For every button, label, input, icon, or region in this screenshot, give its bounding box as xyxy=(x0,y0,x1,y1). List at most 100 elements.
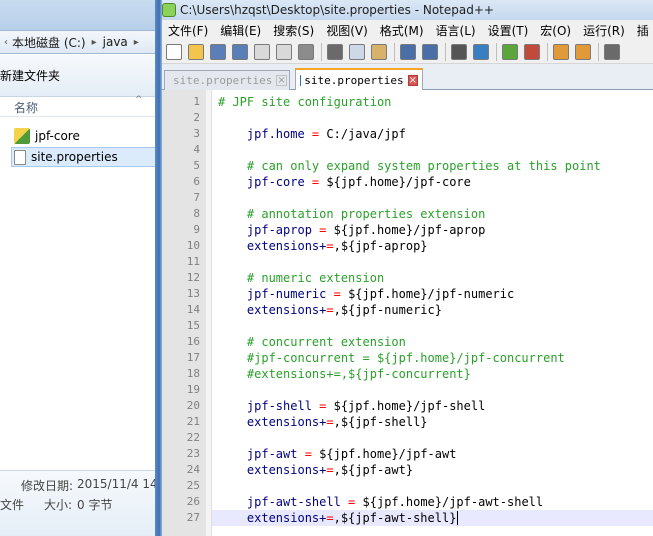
sync-h-icon[interactable] xyxy=(575,43,591,60)
property-value: ${jpf.home}/jpf-awt xyxy=(319,447,457,461)
menu-plugins[interactable]: 插 xyxy=(631,22,653,39)
property-key: jpf.home xyxy=(218,127,305,141)
zoom-out-icon[interactable] xyxy=(524,43,540,60)
code-editor[interactable]: 1 2 3 4 5 6 7 8 9 10 11 12 13 14 15 16 17 18 19 20 21 22 23 24 2… xyxy=(162,90,653,536)
assignment-operator: = xyxy=(326,511,334,525)
code-line[interactable]: extensions+=,${jpf-awt} xyxy=(218,462,413,478)
replace-icon[interactable] xyxy=(473,43,489,60)
new-folder-button[interactable]: 新建文件夹 xyxy=(0,67,60,84)
close-all-icon[interactable] xyxy=(276,43,292,60)
code-line[interactable]: jpf-core = ${jpf.home}/jpf-core xyxy=(218,174,471,190)
line-number: 8 xyxy=(193,207,200,220)
code-line[interactable]: jpf-shell = ${jpf.home}/jpf-shell xyxy=(218,398,485,414)
undo-icon[interactable] xyxy=(400,43,416,60)
save-icon[interactable] xyxy=(210,43,226,60)
assignment-operator: = xyxy=(297,447,320,461)
property-key: jpf-awt-shell xyxy=(218,495,341,509)
tab-site-properties-active[interactable]: site.properties × xyxy=(295,68,423,90)
property-value: ,${jpf-numeric} xyxy=(333,303,442,317)
code-line[interactable]: extensions+=,${jpf-numeric} xyxy=(218,302,442,318)
redo-icon[interactable] xyxy=(422,43,438,60)
code-line[interactable]: extensions+=,${jpf-awt-shell} xyxy=(218,510,457,526)
code-line[interactable]: # concurrent extension xyxy=(218,334,406,350)
code-line[interactable]: extensions+=,${jpf-aprop} xyxy=(218,238,428,254)
menu-format[interactable]: 格式(M) xyxy=(374,22,430,39)
sync-v-icon[interactable] xyxy=(553,43,569,60)
comment-text: # annotation properties extension xyxy=(218,207,486,221)
line-number: 19 xyxy=(186,383,200,396)
window-frame-left[interactable] xyxy=(155,0,162,536)
code-line[interactable]: jpf.home = C:/java/jpf xyxy=(218,126,406,142)
property-key: jpf-shell xyxy=(218,399,312,413)
line-number: 5 xyxy=(193,159,200,172)
line-number: 1 xyxy=(193,95,200,108)
menu-edit[interactable]: 编辑(E) xyxy=(214,22,267,39)
code-line[interactable]: jpf-aprop = ${jpf.home}/jpf-aprop xyxy=(218,222,485,238)
notepadpp-titlebar[interactable]: C:\Users\hzqst\Desktop\site.properties -… xyxy=(162,0,653,20)
notepadpp-app-icon[interactable] xyxy=(162,3,176,17)
comment-text: #jpf-concurrent = ${jpf.home}/jpf-concur… xyxy=(218,351,565,365)
line-number: 2 xyxy=(193,111,200,124)
menu-view[interactable]: 视图(V) xyxy=(320,22,374,39)
print-icon[interactable] xyxy=(298,43,314,60)
code-line[interactable]: extensions+=,${jpf-shell} xyxy=(218,414,428,430)
property-value: ${jpf.home}/jpf-aprop xyxy=(333,223,486,237)
code-line[interactable]: # annotation properties extension xyxy=(218,206,485,222)
close-icon[interactable]: × xyxy=(276,75,287,86)
menu-search[interactable]: 搜索(S) xyxy=(267,22,320,39)
address-segment-drive[interactable]: 本地磁盘 (C:) xyxy=(12,34,86,51)
code-line[interactable]: jpf-awt = ${jpf.home}/jpf-awt xyxy=(218,446,457,462)
menu-settings[interactable]: 设置(T) xyxy=(482,22,535,39)
code-line[interactable]: # can only expand system properties at t… xyxy=(218,158,601,174)
chevron-right-icon: ▸ xyxy=(91,36,97,48)
code-line[interactable]: jpf-numeric = ${jpf.home}/jpf-numeric xyxy=(218,286,514,302)
paste-icon[interactable] xyxy=(371,43,387,60)
assignment-operator: = xyxy=(304,175,327,189)
close-icon[interactable] xyxy=(254,43,270,60)
line-number: 15 xyxy=(186,319,200,332)
open-file-icon[interactable] xyxy=(188,43,204,60)
file-item-jpf-core[interactable]: jpf-core xyxy=(14,126,80,146)
code-line[interactable]: # JPF site configuration xyxy=(218,94,391,110)
tab-site-properties-inactive[interactable]: site.properties × xyxy=(164,70,290,90)
line-number: 16 xyxy=(186,335,200,348)
file-item-site-properties[interactable]: site.properties xyxy=(11,147,161,167)
property-key: extensions+ xyxy=(218,239,327,253)
fold-margin[interactable] xyxy=(206,90,212,536)
explorer-toolbar: 新建文件夹 xyxy=(0,55,160,97)
name-column-header[interactable]: 名称 ^ xyxy=(0,95,160,117)
comment-text: #extensions+=,${jpf-concurrent} xyxy=(218,367,471,381)
assignment-operator: = xyxy=(311,399,334,413)
close-icon[interactable]: × xyxy=(407,74,418,86)
menu-macro[interactable]: 宏(O) xyxy=(534,22,577,39)
menu-file[interactable]: 文件(F) xyxy=(162,22,214,39)
code-line[interactable]: #jpf-concurrent = ${jpf.home}/jpf-concur… xyxy=(218,350,565,366)
address-segment-java[interactable]: java xyxy=(103,35,128,49)
wrap-icon[interactable] xyxy=(604,43,620,60)
zoom-in-icon[interactable] xyxy=(502,43,518,60)
cut-icon[interactable] xyxy=(327,43,343,60)
line-number-gutter: 1 2 3 4 5 6 7 8 9 10 11 12 13 14 15 16 17 18 19 20 21 22 23 24 2… xyxy=(162,90,206,536)
modified-date-value: 2015/11/4 14 xyxy=(77,477,158,491)
assignment-operator: = xyxy=(340,495,363,509)
line-number: 21 xyxy=(186,415,200,428)
assignment-operator: = xyxy=(304,127,327,141)
line-number: 23 xyxy=(186,447,200,460)
menu-run[interactable]: 运行(R) xyxy=(577,22,631,39)
find-icon[interactable] xyxy=(451,43,467,60)
property-value: ${jpf.home}/jpf-shell xyxy=(333,399,486,413)
save-all-icon[interactable] xyxy=(232,43,248,60)
new-file-icon[interactable] xyxy=(166,43,182,60)
code-line[interactable]: #extensions+=,${jpf-concurrent} xyxy=(218,366,471,382)
property-value: ,${jpf-shell} xyxy=(333,415,428,429)
menu-language[interactable]: 语言(L) xyxy=(430,22,482,39)
explorer-address-bar[interactable]: ‹ 本地磁盘 (C:) ▸ java ▸ xyxy=(0,30,160,54)
file-type-label: 文件 xyxy=(0,498,25,512)
code-line[interactable]: # numeric extension xyxy=(218,270,384,286)
text-caret xyxy=(457,511,459,525)
copy-icon[interactable] xyxy=(349,43,365,60)
document-tab-bar: site.properties × site.properties × xyxy=(162,64,653,90)
code-line[interactable]: jpf-awt-shell = ${jpf.home}/jpf-awt-shel… xyxy=(218,494,543,510)
line-number: 7 xyxy=(193,191,200,204)
line-number: 12 xyxy=(186,271,200,284)
